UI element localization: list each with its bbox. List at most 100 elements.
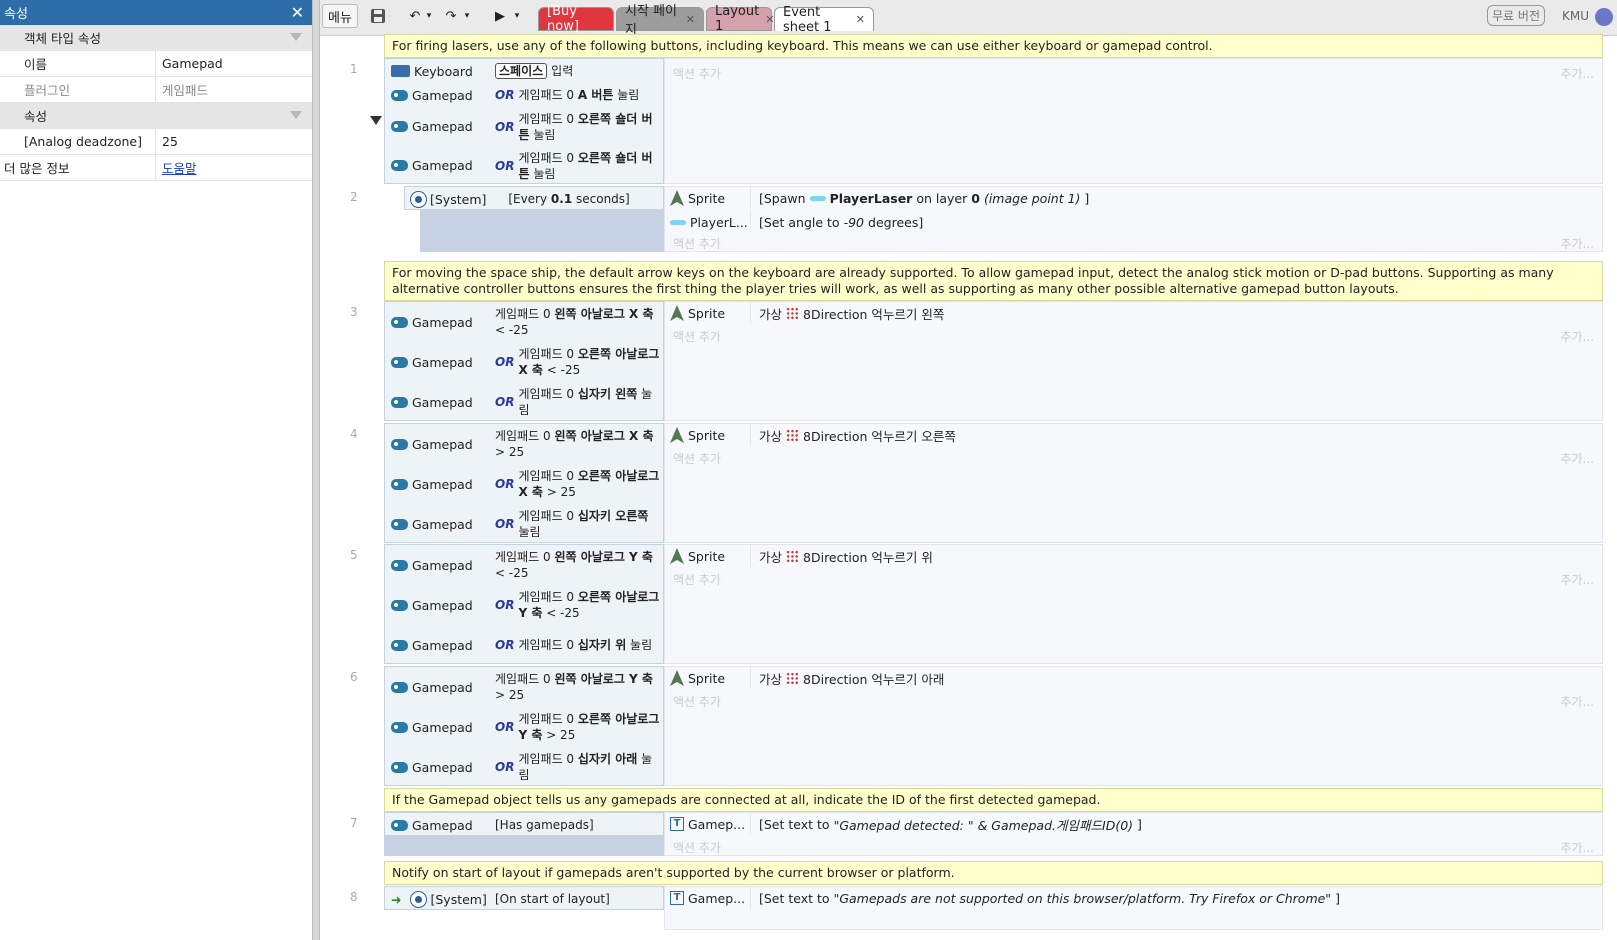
condition-bold: 왼쪽 아날로그 Y 축 — [554, 672, 653, 686]
property-value[interactable]: 25 — [156, 129, 178, 154]
condition-row[interactable]: [System] [Every 0.1 seconds] — [405, 187, 663, 211]
save-icon[interactable] — [366, 4, 390, 28]
comment-row[interactable]: If the Gamepad object tells us any gamep… — [384, 788, 1603, 812]
condition-row[interactable]: Gamepad [Has gamepads] — [385, 813, 663, 837]
more-button[interactable]: 추가... — [1560, 65, 1594, 82]
comment-row[interactable]: For firing lasers, use any of the follow… — [384, 34, 1603, 58]
condition-row[interactable]: Gamepad OR 게임패드 0 오른쪽 아날로그 Y 축 > 25 — [385, 707, 663, 747]
help-link[interactable]: 도움말 — [156, 155, 197, 180]
comment-row[interactable]: For moving the space ship, the default a… — [384, 261, 1603, 301]
more-button[interactable]: 추가... — [1560, 571, 1594, 588]
property-section-label: 객체 타입 속성 — [24, 31, 101, 46]
close-tab-icon[interactable]: ✕ — [686, 13, 695, 26]
action-text: 가상 8Direction 억누르기 오른쪽 — [751, 426, 956, 445]
collapse-section-icon[interactable] — [290, 33, 302, 41]
property-row: 더 많은 정보 도움말 — [0, 155, 312, 181]
more-button[interactable]: 추가... — [1560, 839, 1594, 856]
condition-row[interactable]: Gamepad OR 게임패드 0 오른쪽 아날로그 Y 축 < -25 — [385, 585, 663, 625]
event-condition-block[interactable]: ➜ [System] [On start of layout] — [384, 886, 664, 910]
collapse-triangle-icon[interactable] — [370, 116, 382, 125]
condition-text: OR 게임패드 0 오른쪽 숄더 버튼 눌림 — [489, 107, 661, 146]
event-number: 7 — [350, 816, 358, 830]
play-icon[interactable]: ▶ — [490, 4, 510, 28]
gamepad-icon — [391, 356, 408, 368]
condition-row[interactable]: Gamepad OR 게임패드 0 오른쪽 아날로그 X 축 > 25 — [385, 464, 663, 504]
8direction-behavior-icon — [786, 549, 800, 563]
condition-row[interactable]: Gamepad OR 게임패드 0 십자키 아래 눌림 — [385, 747, 663, 787]
condition-row[interactable]: Gamepad 게임패드 0 왼쪽 아날로그 X 축 < -25 — [385, 302, 663, 342]
menu-button[interactable]: 메뉴 — [322, 4, 358, 28]
play-dropdown-icon[interactable]: ▾ — [512, 4, 522, 28]
add-action-button[interactable]: 액션 추가 추가... — [665, 837, 1602, 857]
panel-splitter[interactable] — [313, 0, 320, 940]
condition-row[interactable]: ➜ [System] [On start of layout] — [385, 887, 663, 911]
condition-bold: 오른쪽 아날로그 X 축 — [518, 347, 660, 377]
condition-object: Gamepad — [385, 382, 489, 422]
redo-icon[interactable]: ↷ — [440, 4, 462, 28]
event-condition-block[interactable]: Gamepad [Has gamepads] — [384, 812, 664, 836]
more-button[interactable]: 추가... — [1560, 693, 1594, 710]
redo-dropdown-icon[interactable]: ▾ — [462, 4, 472, 28]
add-action-button[interactable]: 액션 추가 추가... — [665, 448, 1602, 468]
add-action-button[interactable]: 액션 추가 추가... — [665, 326, 1602, 346]
action-prefix: [Spawn — [759, 190, 806, 206]
condition-row[interactable]: Gamepad OR 게임패드 0 A 버튼 눌림 — [385, 83, 663, 107]
more-button[interactable]: 추가... — [1560, 328, 1594, 345]
event-condition-block[interactable]: Gamepad 게임패드 0 왼쪽 아날로그 X 축 < -25 Gamepad OR… — [384, 301, 664, 421]
action-row[interactable]: Sprite 가상 8Direction 억누르기 아래 — [665, 667, 1602, 689]
free-version-badge[interactable]: 무료 버전 — [1487, 5, 1545, 26]
user-name[interactable]: KMU — [1562, 9, 1589, 23]
condition-description: 게임패드 0 오른쪽 아날로그 Y 축 < -25 — [518, 590, 660, 620]
tab-4[interactable]: Event sheet 1 ✕ — [774, 5, 874, 35]
action-object: PlayerL... — [665, 211, 751, 233]
event-condition-block[interactable]: Gamepad 게임패드 0 왼쪽 아날로그 X 축 > 25 Gamepad OR 게… — [384, 423, 664, 543]
add-action-label: 액션 추가 — [673, 451, 721, 466]
undo-dropdown-icon[interactable]: ▾ — [424, 4, 434, 28]
undo-icon[interactable]: ↶ — [404, 4, 426, 28]
condition-text: OR 게임패드 0 A 버튼 눌림 — [489, 83, 661, 107]
property-value[interactable]: Gamepad — [156, 51, 223, 76]
add-action-button[interactable]: 액션 추가 추가... — [665, 569, 1602, 589]
or-label: OR — [495, 119, 515, 134]
tab-2[interactable]: 시작 페이지 ✕ — [616, 4, 704, 38]
tab-1[interactable]: [Buy now] — [538, 4, 614, 34]
action-italic: "Gamepad detected: " & Gamepad.게임패드ID(0) — [833, 817, 1134, 833]
condition-row[interactable]: Gamepad 게임패드 0 왼쪽 아날로그 Y 축 < -25 — [385, 545, 663, 585]
add-action-button[interactable]: 액션 추가 추가... — [665, 233, 1602, 253]
comment-row[interactable]: Notify on start of layout if gamepads ar… — [384, 861, 1603, 885]
add-action-button[interactable]: 액션 추가 추가... — [665, 63, 1602, 83]
or-label: OR — [495, 158, 515, 173]
tab-3[interactable]: Layout 1 ✕ — [706, 4, 774, 34]
action-row[interactable]: Sprite 가상 8Direction 억누르기 위 — [665, 545, 1602, 567]
condition-row[interactable]: Gamepad OR 게임패드 0 십자키 위 눌림 — [385, 625, 663, 665]
action-row[interactable]: Sprite 가상 8Direction 억누르기 오른쪽 — [665, 424, 1602, 446]
condition-row[interactable]: Gamepad OR 게임패드 0 오른쪽 숄더 버튼 눌림 — [385, 146, 663, 185]
close-icon[interactable]: ✕ — [291, 3, 304, 22]
condition-row[interactable]: Gamepad 게임패드 0 왼쪽 아날로그 X 축 > 25 — [385, 424, 663, 464]
condition-row[interactable]: Gamepad OR 게임패드 0 오른쪽 아날로그 X 축 < -25 — [385, 342, 663, 382]
action-row[interactable]: T Gamep... [Set text to "Gamepads are not … — [665, 887, 1602, 909]
user-avatar-icon[interactable] — [1595, 8, 1613, 26]
collapse-section-icon[interactable] — [290, 111, 302, 119]
event-condition-block[interactable]: Gamepad 게임패드 0 왼쪽 아날로그 Y 축 > 25 Gamepad OR 게… — [384, 666, 664, 786]
event-condition-block[interactable]: Gamepad 게임패드 0 왼쪽 아날로그 Y 축 < -25 Gamepad OR… — [384, 544, 664, 664]
add-action-button[interactable]: 액션 추가 추가... — [665, 691, 1602, 711]
action-row[interactable]: Sprite 가상 8Direction 억누르기 왼쪽 — [665, 302, 1602, 324]
action-row[interactable]: PlayerL... [Set angle to -90 degrees] — [665, 211, 1602, 233]
gamepad-icon — [391, 518, 408, 530]
condition-row[interactable]: Gamepad OR 게임패드 0 오른쪽 숄더 버튼 눌림 — [385, 107, 663, 146]
condition-row[interactable]: Gamepad OR 게임패드 0 십자키 왼쪽 눌림 — [385, 382, 663, 422]
event-condition-block[interactable]: [System] [Every 0.1 seconds] — [404, 186, 664, 210]
more-button[interactable]: 추가... — [1560, 235, 1594, 252]
tab-label: [Buy now] — [547, 4, 579, 34]
close-tab-icon[interactable]: ✕ — [856, 13, 865, 26]
action-row[interactable]: Sprite [Spawn PlayerLaser on layer 0 (ima… — [665, 187, 1602, 209]
action-row[interactable]: T Gamep... [Set text to "Gamepad detected:… — [665, 813, 1602, 835]
more-button[interactable]: 추가... — [1560, 450, 1594, 467]
8direction-behavior-icon — [786, 428, 800, 442]
condition-row[interactable]: Gamepad OR 게임패드 0 십자키 오른쪽 눌림 — [385, 504, 663, 544]
condition-row[interactable]: Keyboard 스페이스 입력 — [385, 59, 663, 83]
condition-row[interactable]: Gamepad 게임패드 0 왼쪽 아날로그 Y 축 > 25 — [385, 667, 663, 707]
condition-description: 스페이스 입력 — [495, 63, 573, 79]
event-condition-block[interactable]: Keyboard 스페이스 입력 Gamepad OR 게임패드 0 A 버튼 눌림 Gam… — [384, 58, 664, 184]
